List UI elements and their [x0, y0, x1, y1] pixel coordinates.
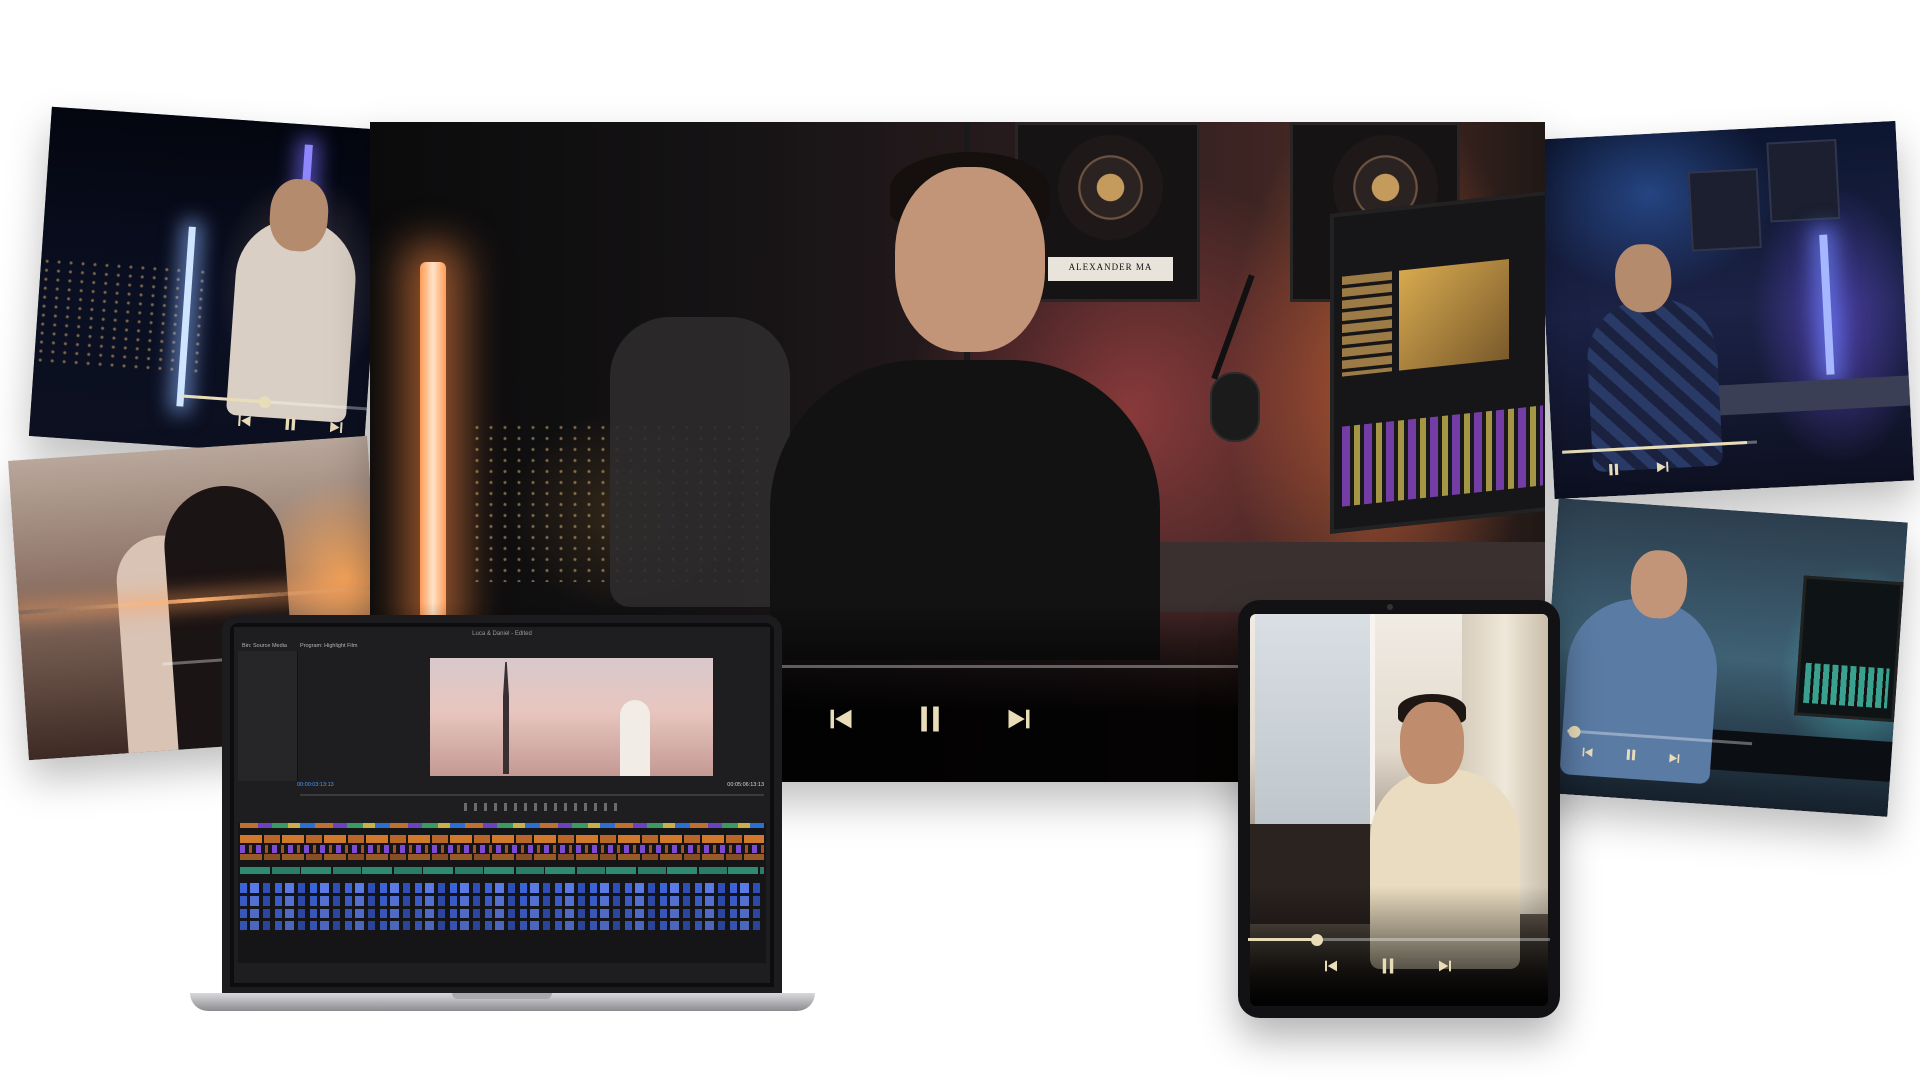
media-bin — [238, 651, 298, 781]
skip-forward-icon[interactable] — [1667, 751, 1681, 765]
pause-icon[interactable] — [1624, 747, 1639, 762]
eiffel-tower — [498, 662, 514, 774]
microphone — [1210, 372, 1260, 442]
video-card-top-right[interactable] — [1535, 120, 1915, 500]
progress-knob[interactable] — [1311, 933, 1324, 946]
tablet-device[interactable] — [1238, 600, 1560, 1018]
video-editor-app: Luca & Daniel - Edited Bin: Source Media… — [234, 627, 770, 983]
neon-light — [420, 262, 446, 642]
skip-forward-icon[interactable] — [328, 419, 345, 436]
video-card-bottom-right[interactable] — [1538, 498, 1908, 817]
pause-icon[interactable] — [282, 416, 299, 433]
skip-back-icon[interactable] — [827, 705, 855, 733]
marker-track[interactable] — [240, 823, 764, 828]
pause-icon[interactable] — [1379, 956, 1397, 976]
video-track[interactable] — [240, 845, 764, 853]
award-plate-text: ALEXANDER MA — [1068, 262, 1153, 272]
monitor — [1330, 190, 1545, 534]
video-card-top-left[interactable] — [28, 106, 387, 460]
transport-controls[interactable] — [464, 803, 624, 811]
timecode-left: 00:00:03:13:13 — [297, 782, 334, 788]
laptop-screen: Luca & Daniel - Edited Bin: Source Media… — [222, 615, 782, 995]
tablet-screen — [1250, 614, 1548, 1006]
app-title: Luca & Daniel - Edited — [472, 631, 532, 637]
tab-bin[interactable]: Bin: Source Media — [242, 643, 287, 649]
timecode-right: 00:05:06:13:13 — [727, 782, 764, 788]
laptop-device: Luca & Daniel - Edited Bin: Source Media… — [190, 615, 815, 1015]
showcase-stage: ALEXANDER MA Luca & Daniel - Edited Bin:… — [0, 0, 1920, 1080]
video-frame — [1538, 498, 1908, 817]
pause-icon[interactable] — [915, 702, 945, 736]
audio-track[interactable] — [240, 883, 764, 893]
scrubber[interactable] — [300, 794, 764, 796]
video-track[interactable] — [240, 854, 764, 860]
audio-track[interactable] — [240, 921, 764, 930]
skip-forward-icon[interactable] — [1437, 958, 1453, 974]
timeline[interactable] — [238, 823, 766, 963]
audio-track[interactable] — [240, 909, 764, 918]
tab-program[interactable]: Program: Highlight Film — [300, 643, 357, 649]
pause-icon[interactable] — [1606, 462, 1622, 478]
program-preview — [430, 658, 713, 776]
audio-track[interactable] — [240, 867, 764, 874]
audio-track[interactable] — [240, 896, 764, 906]
camera — [1387, 604, 1393, 610]
skip-forward-icon[interactable] — [1005, 705, 1033, 733]
progress-bar[interactable] — [1248, 933, 1550, 946]
laptop-notch — [452, 993, 552, 999]
skip-back-icon[interactable] — [236, 412, 253, 429]
skip-forward-icon[interactable] — [1655, 459, 1671, 475]
video-track[interactable] — [240, 835, 764, 843]
skip-back-icon[interactable] — [1323, 958, 1339, 974]
playback-controls — [800, 702, 1060, 736]
playback-controls — [1298, 956, 1478, 976]
skip-back-icon[interactable] — [1581, 745, 1595, 759]
progress-fill — [1248, 938, 1318, 941]
